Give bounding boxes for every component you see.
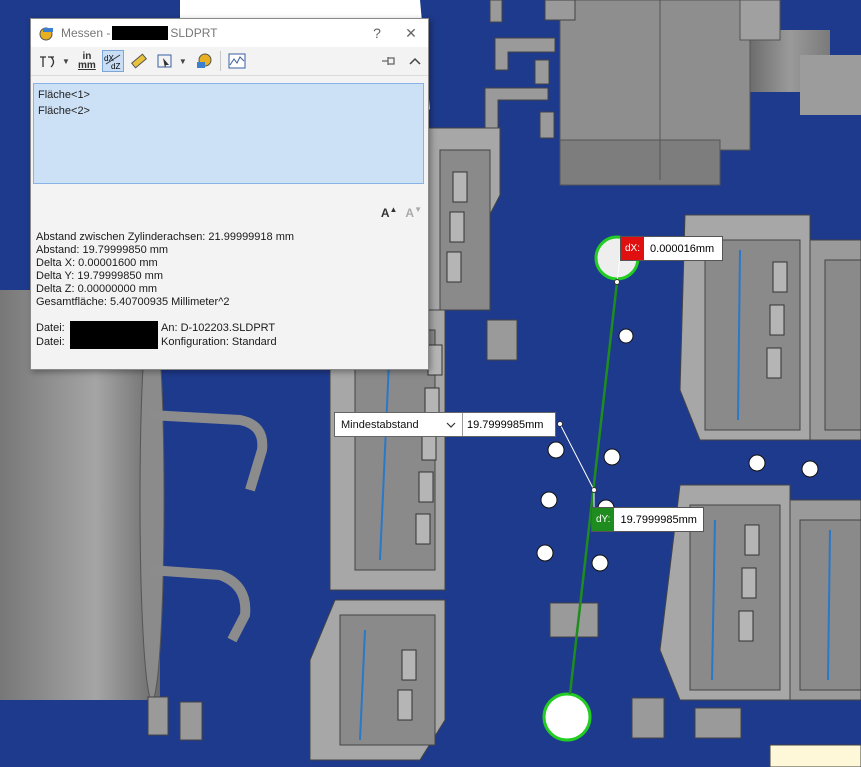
delta-x-callout: dX: 0.000016mm bbox=[620, 236, 724, 261]
result-line: Delta Y: 19.79999850 mm bbox=[36, 270, 163, 282]
result-line: Delta Z: 0.00000000 mm bbox=[36, 283, 158, 295]
increase-font-icon[interactable]: A▲ bbox=[381, 205, 398, 220]
delta-y-value: 19.7999985mm bbox=[620, 513, 697, 526]
dialog-title-prefix: Messen - bbox=[61, 26, 111, 40]
sensor-graph-icon[interactable] bbox=[226, 50, 248, 72]
delta-x-value: 0.000016mm bbox=[650, 242, 715, 255]
measure-toolbar: ▼ in mm dX dZ ▼ bbox=[31, 47, 428, 76]
file-info: Datei: An: D-102203.SLDPRT Datei: Konfig… bbox=[36, 321, 277, 349]
file-info-text: An: D-102203.SLDPRT bbox=[161, 322, 276, 334]
distance-type-label: Mindestabstand bbox=[341, 418, 419, 431]
svg-text:dZ: dZ bbox=[111, 62, 120, 70]
result-line: Abstand: 19.79999850 mm bbox=[36, 244, 169, 256]
show-xyz-measurements-icon[interactable]: dX dZ bbox=[101, 50, 124, 72]
history-icon[interactable] bbox=[193, 50, 215, 72]
units-precision-button[interactable]: in mm bbox=[76, 50, 98, 72]
collapse-chevron-icon[interactable] bbox=[404, 50, 426, 72]
distance-type-select[interactable]: Mindestabstand bbox=[335, 413, 463, 436]
file-info-text: Konfiguration: Standard bbox=[161, 336, 277, 348]
file-row: Datei: An: D-102203.SLDPRT bbox=[36, 321, 277, 335]
decrease-font-icon[interactable]: A▼ bbox=[405, 205, 422, 220]
selection-list[interactable]: Fläche<1> Fläche<2> bbox=[33, 83, 424, 184]
redacted-file-name bbox=[70, 321, 158, 335]
close-button[interactable]: ✕ bbox=[394, 25, 428, 42]
delta-y-callout: dY: 19.7999985mm bbox=[591, 507, 704, 532]
result-line: Delta X: 0.00001600 mm bbox=[36, 257, 158, 269]
redacted-filename bbox=[112, 26, 169, 40]
connector-left-upper bbox=[419, 127, 501, 331]
dialog-titlebar[interactable]: Messen - SLDPRT ? ✕ bbox=[31, 19, 428, 47]
selection-item[interactable]: Fläche<1> bbox=[38, 87, 419, 103]
pin-icon[interactable] bbox=[378, 50, 400, 72]
result-line: Gesamtfläche: 5.40700935 Millimeter^2 bbox=[36, 296, 230, 308]
file-label: Datei: bbox=[36, 322, 65, 334]
arc-circle-measure-icon[interactable] bbox=[37, 50, 59, 72]
file-label: Datei: bbox=[36, 336, 65, 348]
measurement-results: Abstand zwischen Zylinderachsen: 21.9999… bbox=[36, 231, 294, 309]
help-button[interactable]: ? bbox=[360, 25, 394, 41]
delta-y-tag: dY: bbox=[592, 508, 615, 531]
arc-options-dropdown-icon[interactable]: ▼ bbox=[62, 57, 70, 66]
selection-item[interactable]: Fläche<2> bbox=[38, 103, 419, 119]
chevron-down-icon bbox=[446, 419, 456, 431]
selected-face-2 bbox=[542, 692, 592, 742]
result-line: Abstand zwischen Zylinderachsen: 21.9999… bbox=[36, 231, 295, 243]
dialog-title-suffix: SLDPRT bbox=[170, 26, 218, 40]
delta-x-tag: dX: bbox=[621, 237, 645, 260]
connector-left-lower bbox=[309, 599, 446, 761]
redacted-file-name bbox=[70, 335, 158, 349]
min-distance-value: 19.7999985mm bbox=[467, 418, 544, 431]
units-bottom-label: mm bbox=[78, 60, 96, 71]
file-row: Datei: Konfiguration: Standard bbox=[36, 335, 277, 349]
font-size-controls: A▲ A▼ bbox=[381, 205, 422, 220]
point-to-point-icon[interactable] bbox=[128, 50, 150, 72]
measure-tool-icon bbox=[39, 25, 55, 41]
toolbar-separator bbox=[219, 51, 221, 71]
min-distance-callout: Mindestabstand 19.7999985mm bbox=[334, 412, 556, 437]
projection-dropdown-icon[interactable]: ▼ bbox=[179, 57, 187, 66]
measure-dialog: Messen - SLDPRT ? ✕ ▼ in mm dX dZ ▼ Fläc… bbox=[30, 18, 429, 370]
projection-icon[interactable] bbox=[154, 50, 176, 72]
